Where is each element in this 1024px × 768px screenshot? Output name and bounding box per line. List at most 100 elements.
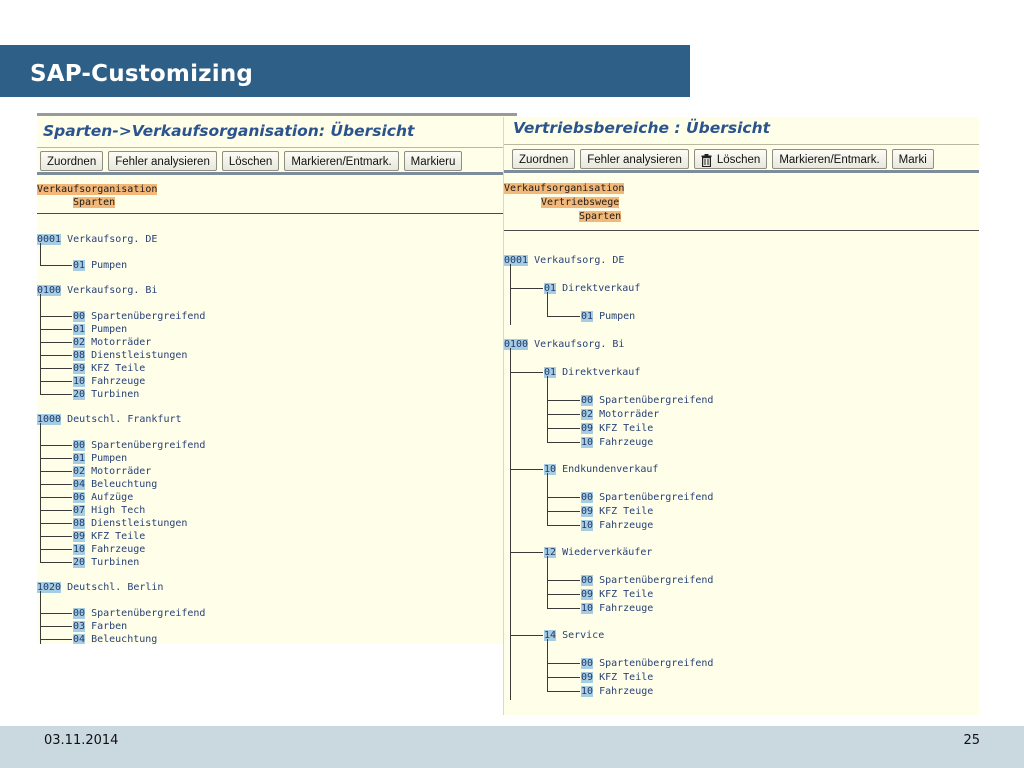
tree-node-label: Wiederverkäufer bbox=[556, 547, 653, 558]
tree-connector bbox=[547, 677, 580, 678]
tree-connector bbox=[547, 400, 580, 401]
tree-connector bbox=[40, 458, 72, 459]
tree-node[interactable]: 08 Dienstleistungen bbox=[73, 349, 187, 362]
slide-title: SAP-Customizing bbox=[0, 45, 690, 97]
tree-node[interactable]: 01 Direktverkauf bbox=[544, 366, 640, 379]
tree-node[interactable]: 10 Endkundenverkauf bbox=[544, 463, 658, 476]
tree-node-label: KFZ Teile bbox=[85, 531, 146, 542]
tree-node-key: 06 bbox=[73, 492, 86, 503]
tree-connector bbox=[510, 348, 511, 700]
tree-node-label: Spartenübergreifend bbox=[593, 575, 714, 586]
tree-node-key: 04 bbox=[73, 479, 86, 490]
tree-node[interactable]: 10 Fahrzeuge bbox=[73, 375, 145, 388]
tree-node-key: 00 bbox=[73, 608, 86, 619]
tree-node-label: Service bbox=[556, 630, 605, 641]
tree-node[interactable]: 03 Farben bbox=[73, 620, 127, 633]
tree-node-label: Fahrzeuge bbox=[593, 686, 654, 697]
tree-node[interactable]: 10 Fahrzeuge bbox=[581, 685, 653, 698]
tree-node[interactable]: 20 Turbinen bbox=[73, 556, 139, 569]
tree-node[interactable]: 10 Fahrzeuge bbox=[581, 602, 653, 615]
tree-connector bbox=[40, 639, 72, 640]
tree-node-label: Aufzüge bbox=[85, 492, 134, 503]
tree-node-label: KFZ Teile bbox=[593, 589, 654, 600]
tree-connector bbox=[40, 394, 72, 395]
tree-connector bbox=[510, 552, 543, 553]
tree-node-label: Pumpen bbox=[85, 324, 128, 335]
tree-node[interactable]: 07 High Tech bbox=[73, 504, 145, 517]
tree-node[interactable]: 01 Pumpen bbox=[581, 310, 635, 323]
tree-connector bbox=[40, 329, 72, 330]
tree-node[interactable]: 10 Fahrzeuge bbox=[581, 519, 653, 532]
tree-node-key: 10 bbox=[544, 464, 557, 475]
tree-node[interactable]: 20 Turbinen bbox=[73, 388, 139, 401]
tree-connector bbox=[510, 469, 543, 470]
tree-connector bbox=[547, 428, 580, 429]
tree-node-label: KFZ Teile bbox=[85, 363, 146, 374]
tree-connector bbox=[40, 591, 41, 640]
tree-node-key: 10 bbox=[581, 686, 594, 697]
tree-node[interactable]: 14 Service bbox=[544, 629, 604, 642]
tree-node[interactable]: 09 KFZ Teile bbox=[581, 422, 653, 435]
tree-node-label: Motorräder bbox=[593, 409, 660, 420]
tree-node[interactable]: 00 Spartenübergreifend bbox=[73, 310, 205, 323]
tree-node[interactable]: 06 Aufzüge bbox=[73, 491, 133, 504]
tree-node-key: 08 bbox=[73, 518, 86, 529]
tree-node[interactable]: 00 Spartenübergreifend bbox=[581, 491, 713, 504]
tree-node[interactable]: 01 Direktverkauf bbox=[544, 282, 640, 295]
tree-node[interactable]: 01 Pumpen bbox=[73, 259, 127, 272]
tree-node-label: Fahrzeuge bbox=[85, 376, 146, 387]
tree-node-key: 02 bbox=[73, 466, 86, 477]
tree-node-key: 04 bbox=[73, 634, 86, 644]
tree-node-key: 03 bbox=[73, 621, 86, 632]
tree-node[interactable]: 00 Spartenübergreifend bbox=[73, 607, 205, 620]
tree-node[interactable]: 0001 Verkaufsorg. DE bbox=[37, 233, 157, 246]
tree-node[interactable]: 1000 Deutschl. Frankfurt bbox=[37, 413, 182, 426]
tree-node-label: Spartenübergreifend bbox=[85, 311, 206, 322]
tree-node[interactable]: 1020 Deutschl. Berlin bbox=[37, 581, 163, 594]
tree-node-key: 09 bbox=[581, 506, 594, 517]
tree-node-key: 10 bbox=[581, 603, 594, 614]
tree-node-key: 01 bbox=[73, 453, 86, 464]
tree-node[interactable]: 04 Beleuchtung bbox=[73, 633, 157, 644]
tree-connector bbox=[40, 626, 72, 627]
tree-node[interactable]: 09 KFZ Teile bbox=[581, 505, 653, 518]
tree-node[interactable]: 09 KFZ Teile bbox=[581, 671, 653, 684]
tree-node[interactable]: 01 Pumpen bbox=[73, 323, 127, 336]
tree-node[interactable]: 00 Spartenübergreifend bbox=[581, 657, 713, 670]
tree-node[interactable]: 0100 Verkaufsorg. Bi bbox=[504, 338, 624, 351]
tree-connector bbox=[40, 342, 72, 343]
tree-connector bbox=[40, 523, 72, 524]
tree-node[interactable]: 12 Wiederverkäufer bbox=[544, 546, 652, 559]
tree-node-label: Motorräder bbox=[85, 337, 152, 348]
tree-node-key: 10 bbox=[581, 520, 594, 531]
tree-node-label: Fahrzeuge bbox=[593, 603, 654, 614]
tree-node-key: 09 bbox=[581, 423, 594, 434]
tree-node[interactable]: 01 Pumpen bbox=[73, 452, 127, 465]
tree-node[interactable]: 00 Spartenübergreifend bbox=[581, 574, 713, 587]
tree-node[interactable]: 04 Beleuchtung bbox=[73, 478, 157, 491]
tree-connector bbox=[510, 635, 543, 636]
slide-date: 03.11.2014 bbox=[44, 733, 119, 748]
tree-node-key: 09 bbox=[73, 363, 86, 374]
tree-node[interactable]: 00 Spartenübergreifend bbox=[73, 439, 205, 452]
tree-node[interactable]: 02 Motorräder bbox=[581, 408, 659, 421]
tree-node[interactable]: 08 Dienstleistungen bbox=[73, 517, 187, 530]
tree-node[interactable]: 02 Motorräder bbox=[73, 336, 151, 349]
tree-node[interactable]: 10 Fahrzeuge bbox=[73, 543, 145, 556]
tree-connector bbox=[510, 372, 543, 373]
tree-node[interactable]: 09 KFZ Teile bbox=[581, 588, 653, 601]
tree-node-label: Fahrzeuge bbox=[593, 520, 654, 531]
tree-node[interactable]: 02 Motorräder bbox=[73, 465, 151, 478]
tree-node[interactable]: 09 KFZ Teile bbox=[73, 530, 145, 543]
tree-node-label: Pumpen bbox=[85, 260, 128, 271]
tree-node-key: 02 bbox=[73, 337, 86, 348]
tree-node[interactable]: 00 Spartenübergreifend bbox=[581, 394, 713, 407]
tree-node-label: Verkaufsorg. DE bbox=[528, 255, 625, 266]
tree-node[interactable]: 09 KFZ Teile bbox=[73, 362, 145, 375]
tree-node[interactable]: 10 Fahrzeuge bbox=[581, 436, 653, 449]
tree-node-label: Spartenübergreifend bbox=[593, 492, 714, 503]
tree-node[interactable]: 0100 Verkaufsorg. Bi bbox=[37, 284, 157, 297]
tree-node-label: Verkaufsorg. Bi bbox=[61, 285, 158, 296]
tree-node-label: Spartenübergreifend bbox=[85, 440, 206, 451]
tree-node[interactable]: 0001 Verkaufsorg. DE bbox=[504, 254, 624, 267]
